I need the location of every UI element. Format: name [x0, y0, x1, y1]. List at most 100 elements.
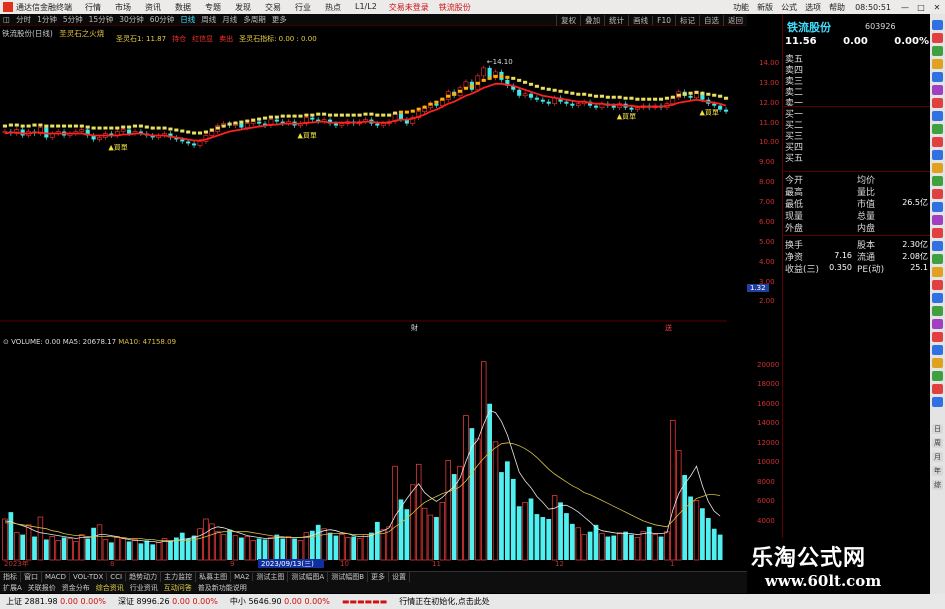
indicator-tab[interactable]: 趋势动力 [126, 572, 162, 582]
chart-tool-button[interactable]: 画线 [628, 14, 652, 26]
indicator-tab[interactable]: 测试幅图B [328, 572, 369, 582]
menu-item[interactable]: 帮助 [825, 2, 849, 13]
chart-tool-button[interactable]: 自选 [699, 14, 723, 26]
side-tool-icon[interactable] [932, 215, 943, 225]
side-tool-icon[interactable] [932, 384, 943, 394]
menu-item[interactable]: 新版 [753, 2, 777, 13]
tab-period[interactable]: 分时 [13, 14, 34, 25]
tab-period[interactable]: 60分钟 [147, 14, 178, 25]
side-tool-icon[interactable] [932, 202, 943, 212]
sz-index[interactable]: 深证 8996.26 0.00 0.00% [112, 596, 224, 607]
tab-period[interactable]: 更多 [269, 14, 290, 25]
side-tool-icon[interactable] [932, 72, 943, 82]
tab-period[interactable]: 周线 [198, 14, 219, 25]
side-tool-icon[interactable] [932, 241, 943, 251]
extension-tab[interactable]: 关联报价 [25, 583, 59, 593]
extension-tab[interactable]: 行业资讯 [127, 583, 161, 593]
side-tool-icon[interactable] [932, 176, 943, 186]
side-tool-icon[interactable] [932, 150, 943, 160]
chart-tool-button[interactable]: 标记 [675, 14, 699, 26]
tab-period[interactable]: 日线 [177, 14, 198, 25]
menu-item[interactable]: 资讯 [138, 2, 168, 13]
price-chart[interactable]: ←14.10 ▲買單 ▲買單 ▲買單 ▲買單財 送 [0, 26, 747, 336]
side-tool-icon[interactable] [932, 124, 943, 134]
side-tool-icon[interactable] [932, 371, 943, 381]
minimize-icon[interactable]: — [897, 3, 913, 12]
tab-period[interactable]: 多周期 [240, 14, 269, 25]
side-tool-icon[interactable] [932, 254, 943, 264]
chart-tool-button[interactable]: 统计 [604, 14, 628, 26]
side-tool-icon[interactable] [932, 267, 943, 277]
menu-item[interactable]: 公式 [777, 2, 801, 13]
sh-index[interactable]: 上证 2881.98 0.00 0.00% [0, 596, 112, 607]
menu-item[interactable]: 专题 [198, 2, 228, 13]
tab-period[interactable]: 15分钟 [86, 14, 117, 25]
side-tool-icon[interactable] [932, 306, 943, 316]
tab-period[interactable]: 月线 [219, 14, 240, 25]
side-period-button[interactable]: 周 [932, 438, 943, 448]
extension-tab[interactable]: 互动问答 [161, 583, 195, 593]
menu-item[interactable]: 发现 [228, 2, 258, 13]
indicator-tab[interactable]: VOL-TDX [70, 573, 108, 581]
menu-item[interactable]: 选项 [801, 2, 825, 13]
side-tool-icon[interactable] [932, 163, 943, 173]
menu-item[interactable]: 交易 [258, 2, 288, 13]
indicator-tab[interactable]: 设置 [389, 572, 411, 582]
side-tool-icon[interactable] [932, 293, 943, 303]
side-tool-icon[interactable] [932, 189, 943, 199]
side-tool-icon[interactable] [932, 85, 943, 95]
side-tool-icon[interactable] [932, 59, 943, 69]
side-tool-icon[interactable] [932, 33, 943, 43]
indicator-tab[interactable]: MACD [42, 573, 70, 581]
zx-index[interactable]: 中小 5646.90 0.00 0.00% [224, 596, 336, 607]
indicator-tab[interactable]: 主力监控 [161, 572, 197, 582]
menu-item[interactable]: 数据 [168, 2, 198, 13]
side-tool-icon[interactable] [932, 332, 943, 342]
side-period-button[interactable]: 日 [932, 424, 943, 434]
tab-period[interactable]: 5分钟 [60, 14, 86, 25]
indicator-tab[interactable]: 私募主图 [196, 572, 232, 582]
indicator-tab[interactable]: 指标 [0, 572, 21, 582]
indicator-tab[interactable]: 窗口 [21, 572, 42, 582]
indicator-tab[interactable]: 测试主图 [253, 572, 289, 582]
chart-tool-button[interactable]: F10 [652, 15, 675, 25]
chart-tool-button[interactable]: 复权 [556, 14, 580, 26]
tab-period[interactable]: 1分钟 [34, 14, 60, 25]
extension-tab[interactable]: 扩展A [0, 583, 25, 593]
menu-item[interactable]: L1/L2 [348, 2, 384, 13]
layout-icon[interactable]: ◫ [0, 15, 13, 24]
menu-item[interactable]: 行业 [288, 2, 318, 13]
chart-tool-button[interactable]: 叠加 [580, 14, 604, 26]
side-tool-icon[interactable] [932, 397, 943, 407]
maximize-icon[interactable]: □ [913, 3, 929, 12]
tab-period[interactable]: 30分钟 [116, 14, 147, 25]
close-icon[interactable]: ✕ [929, 3, 945, 12]
side-period-button[interactable]: 年 [932, 466, 943, 476]
extension-tab[interactable]: 综合资讯 [93, 583, 127, 593]
side-tool-icon[interactable] [932, 137, 943, 147]
trade-login-link[interactable]: 交易未登录 [384, 2, 434, 13]
extension-tab[interactable]: 普及新功能说明 [195, 583, 250, 593]
stock-name-link[interactable]: 铁流股份 [434, 2, 476, 13]
side-period-button[interactable]: 综 [932, 480, 943, 490]
menu-item[interactable]: 行情 [78, 2, 108, 13]
side-tool-icon[interactable] [932, 98, 943, 108]
side-tool-icon[interactable] [932, 46, 943, 56]
extension-tab[interactable]: 资金分布 [59, 583, 93, 593]
indicator-tab[interactable]: CCI [107, 573, 127, 581]
menu-item[interactable]: 市场 [108, 2, 138, 13]
side-tool-icon[interactable] [932, 319, 943, 329]
side-tool-icon[interactable] [932, 111, 943, 121]
indicator-tab[interactable]: 更多 [368, 572, 390, 582]
indicator-tab[interactable]: MA2 [231, 573, 254, 581]
side-tool-icon[interactable] [932, 358, 943, 368]
side-tool-icon[interactable] [932, 280, 943, 290]
chart-tool-button[interactable]: 返回 [723, 14, 747, 26]
menu-item[interactable]: 热点 [318, 2, 348, 13]
menu-item[interactable]: 功能 [729, 2, 753, 13]
indicator-tab[interactable]: 测试幅图A [288, 572, 329, 582]
side-tool-icon[interactable] [932, 20, 943, 30]
side-tool-icon[interactable] [932, 345, 943, 355]
side-tool-icon[interactable] [932, 228, 943, 238]
volume-chart[interactable]: ⊙ VOLUME: 0.00 MA5: 20678.17 MA10: 47158… [0, 336, 747, 568]
